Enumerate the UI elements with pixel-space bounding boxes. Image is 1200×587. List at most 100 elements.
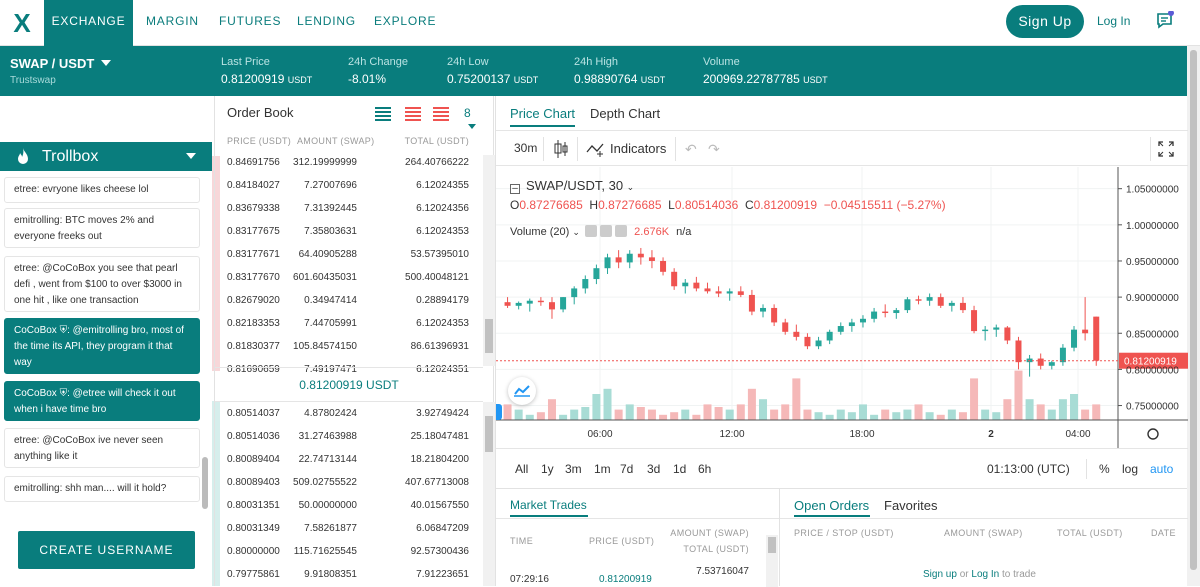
candle-body: [993, 327, 1000, 330]
order-row[interactable]: 0.80031351 50.00000000 40.01567550: [215, 494, 483, 517]
volume-bar: [1070, 394, 1079, 420]
time-tick-label: 12:00: [719, 429, 744, 440]
indicators-icon[interactable]: [586, 141, 606, 157]
chat-message: etree: @CoCoBox you see that pearl defi …: [4, 256, 200, 312]
tf-1m[interactable]: 1m: [594, 462, 611, 476]
order-row[interactable]: 0.82679020 0.34947414 0.28894179: [215, 289, 483, 312]
tradingview-logo[interactable]: [508, 377, 536, 405]
chat-message: etree: @CoCoBox ive never seen anything …: [4, 428, 200, 468]
page-scrollbar[interactable]: [1187, 46, 1200, 586]
volume-bar: [614, 409, 623, 420]
undo-icon[interactable]: ↶: [685, 141, 697, 158]
logo[interactable]: X: [0, 0, 44, 46]
depth-select[interactable]: 8: [464, 106, 485, 134]
volume-bar: [903, 409, 912, 420]
market-trades-title[interactable]: Market Trades: [510, 498, 587, 512]
tf-3d[interactable]: 3d: [647, 462, 660, 476]
tf-7d[interactable]: 7d: [620, 462, 633, 476]
nav-tab-exchange[interactable]: EXCHANGE: [44, 0, 133, 46]
create-username-button[interactable]: CREATE USERNAME: [18, 531, 195, 569]
market-trades-scrollbar[interactable]: [766, 535, 778, 587]
order-row[interactable]: 0.83177670 601.60435031 500.40048121: [215, 266, 483, 289]
auto-toggle[interactable]: auto: [1150, 462, 1173, 476]
tf-1y[interactable]: 1y: [541, 462, 554, 476]
candle-body: [748, 294, 755, 312]
order-row[interactable]: 0.84691756 312.19999999 264.40766222: [215, 151, 483, 174]
bids-scrollbar[interactable]: [483, 402, 495, 586]
signup-button[interactable]: Sign Up: [1006, 5, 1084, 38]
tab-price-chart[interactable]: Price Chart: [510, 106, 576, 127]
collapse-legend-icon[interactable]: –: [510, 184, 520, 194]
login-link[interactable]: Log In: [1097, 14, 1130, 28]
indicators-button[interactable]: Indicators: [610, 141, 666, 156]
tab-favorites[interactable]: Favorites: [884, 498, 937, 513]
signup-link[interactable]: Sign up: [923, 569, 957, 580]
expand-handle[interactable]: [496, 404, 502, 420]
candle-style-icon[interactable]: [554, 140, 568, 158]
order-row[interactable]: 0.79775861 9.91808351 7.91223651: [215, 563, 483, 586]
volume-stat: Volume 200969.22787785 USDT: [703, 56, 828, 86]
trade-amount: 7.53716047: [696, 566, 749, 577]
nav-tab-lending[interactable]: LENDING: [297, 0, 356, 46]
utc-clock[interactable]: 01:13:00 (UTC): [987, 462, 1070, 476]
order-book: Order Book 8 PRICE (USDT) AMOUNT (SWAP) …: [214, 96, 495, 586]
asks-scrollbar-thumb[interactable]: [485, 319, 493, 353]
order-row[interactable]: 0.82183353 7.44705991 6.12024353: [215, 312, 483, 335]
order-row[interactable]: 0.80089403 509.02755522 407.67713008: [215, 471, 483, 494]
l-label: L: [668, 198, 675, 212]
order-row[interactable]: 0.80031349 7.58261877 6.06847209: [215, 517, 483, 540]
asks-scrollbar[interactable]: [483, 155, 495, 366]
pair-selector[interactable]: SWAP / USDT: [10, 56, 111, 71]
nav-tab-margin[interactable]: MARGIN: [146, 0, 199, 46]
scrollbar-thumb[interactable]: [768, 537, 776, 553]
tf-3m[interactable]: 3m: [565, 462, 582, 476]
tf-6h[interactable]: 6h: [698, 462, 711, 476]
order-price: 0.80514037: [227, 408, 280, 419]
order-row[interactable]: 0.80089404 22.74713144 18.21804200: [215, 448, 483, 471]
nav-tab-explore[interactable]: EXPLORE: [374, 0, 436, 46]
settings-icon[interactable]: [584, 225, 597, 237]
collapse-caret-icon[interactable]: [186, 153, 196, 159]
order-row[interactable]: 0.83177671 64.40905288 53.57395010: [215, 243, 483, 266]
volume-bar: [603, 388, 612, 420]
order-row[interactable]: 0.83177675 7.35803631 6.12024353: [215, 220, 483, 243]
order-row[interactable]: 0.80514037 4.87802424 3.92749424: [215, 402, 483, 425]
order-row[interactable]: 0.81830377 105.84574150 86.61396931: [215, 335, 483, 358]
percent-toggle[interactable]: %: [1099, 462, 1110, 476]
order-row[interactable]: 0.80000000 115.71625545 92.57300436: [215, 540, 483, 563]
candle-body: [515, 302, 522, 306]
order-row[interactable]: 0.83679338 7.31392445 6.12024356: [215, 197, 483, 220]
log-toggle[interactable]: log: [1122, 462, 1138, 476]
nav-tab-futures[interactable]: FUTURES: [219, 0, 281, 46]
redo-icon[interactable]: ↷: [708, 141, 720, 158]
order-row[interactable]: 0.84184027 7.27007696 6.12024355: [215, 174, 483, 197]
tab-depth-chart[interactable]: Depth Chart: [590, 106, 660, 121]
asks-view-icon[interactable]: [405, 107, 421, 121]
chat-message: emitrolling: shh man.... will it hold?: [4, 476, 200, 502]
volume-legend: Volume (20) ⌄ 2.676K n/a: [510, 225, 691, 238]
both-view-icon[interactable]: [375, 107, 391, 121]
candle-body: [715, 291, 722, 294]
volume-bar: [958, 412, 967, 420]
close-icon[interactable]: [615, 225, 628, 237]
page-scrollbar-thumb[interactable]: [1190, 50, 1197, 570]
candle-body: [937, 297, 944, 306]
tf-all[interactable]: All: [515, 462, 528, 476]
tab-open-orders[interactable]: Open Orders: [794, 498, 869, 513]
order-row[interactable]: 0.80514036 31.27463988 25.18047481: [215, 425, 483, 448]
tf-1d[interactable]: 1d: [673, 462, 686, 476]
volume-bar: [1081, 409, 1090, 420]
visibility-icon[interactable]: [600, 225, 613, 237]
login-link[interactable]: Log In: [971, 569, 999, 580]
candle-body: [637, 253, 644, 258]
active-tab-underline: [510, 515, 588, 517]
trollbox-header[interactable]: Trollbox: [0, 142, 212, 171]
volume-bar: [981, 409, 990, 420]
interval-button[interactable]: 30m: [514, 141, 537, 155]
bids-view-icon[interactable]: [433, 107, 449, 121]
bids-scrollbar-thumb[interactable]: [485, 416, 493, 452]
fullscreen-icon[interactable]: [1158, 141, 1174, 157]
settings-gear-icon[interactable]: [1147, 428, 1159, 440]
chat-icon[interactable]: [1156, 11, 1174, 29]
trollbox-scrollbar[interactable]: [202, 457, 208, 509]
